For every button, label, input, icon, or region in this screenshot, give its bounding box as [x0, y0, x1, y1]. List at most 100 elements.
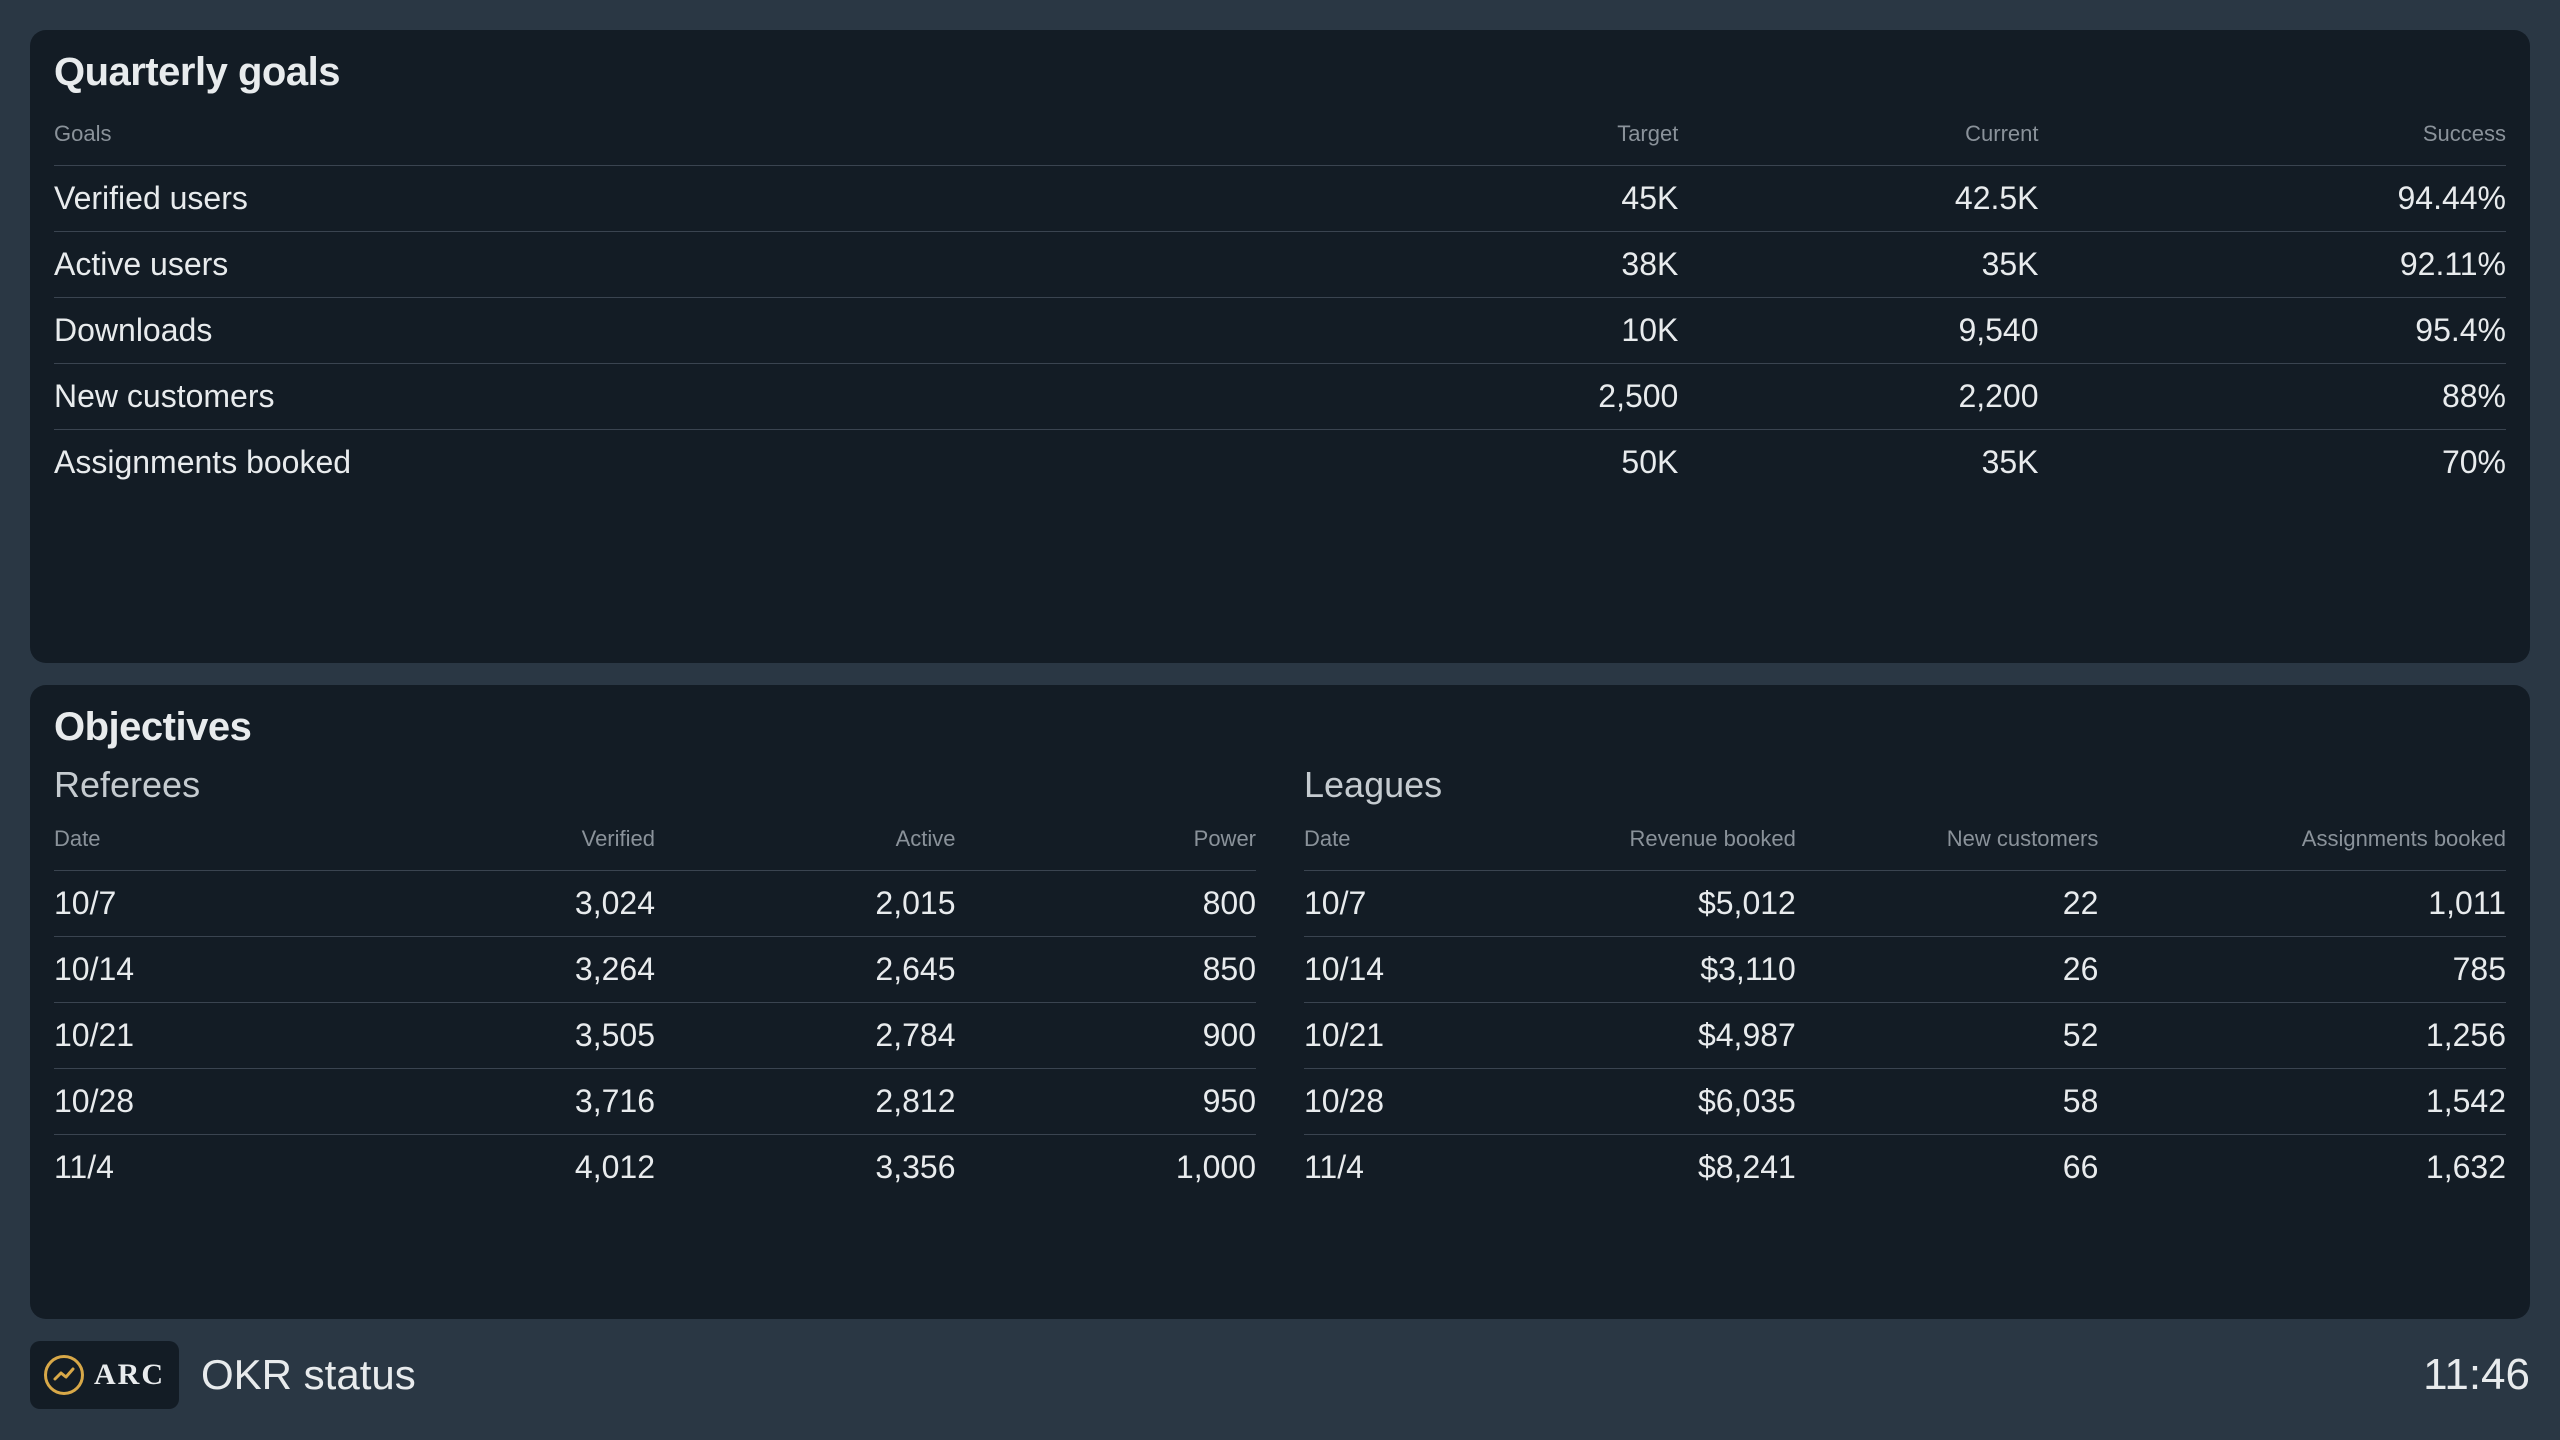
quarterly-goals-table: Goals Target Current Success Verified us… — [54, 109, 2506, 495]
header-power: Power — [956, 814, 1257, 871]
cell-active: 2,645 — [655, 937, 956, 1003]
cell-goal: Verified users — [54, 166, 1333, 232]
logo-text: ARC — [94, 1358, 165, 1392]
clock-time: 11:46 — [2423, 1350, 2530, 1400]
cell-date: 10/14 — [54, 937, 355, 1003]
cell-current: 42.5K — [1678, 166, 2038, 232]
cell-target: 2,500 — [1333, 364, 1678, 430]
cell-active: 2,015 — [655, 871, 956, 937]
cell-date: 11/4 — [1304, 1135, 1464, 1201]
header-verified: Verified — [355, 814, 656, 871]
cell-revenue: $3,110 — [1464, 937, 1796, 1003]
cell-target: 38K — [1333, 232, 1678, 298]
cell-verified: 3,264 — [355, 937, 656, 1003]
cell-target: 45K — [1333, 166, 1678, 232]
cell-revenue: $5,012 — [1464, 871, 1796, 937]
cell-new-customers: 58 — [1796, 1069, 2099, 1135]
cell-power: 1,000 — [956, 1135, 1257, 1201]
table-row: 10/21 $4,987 52 1,256 — [1304, 1003, 2506, 1069]
quarterly-goals-title: Quarterly goals — [54, 50, 2506, 95]
referees-title: Referees — [54, 764, 1256, 806]
table-row: Verified users 45K 42.5K 94.44% — [54, 166, 2506, 232]
footer-left: ARC OKR status — [30, 1341, 416, 1409]
cell-date: 11/4 — [54, 1135, 355, 1201]
cell-power: 900 — [956, 1003, 1257, 1069]
cell-date: 10/7 — [1304, 871, 1464, 937]
cell-assignments: 1,542 — [2098, 1069, 2506, 1135]
logo-icon — [44, 1355, 84, 1395]
cell-goal: New customers — [54, 364, 1333, 430]
cell-assignments: 1,256 — [2098, 1003, 2506, 1069]
cell-power: 950 — [956, 1069, 1257, 1135]
header-date: Date — [1304, 814, 1464, 871]
header-success: Success — [2039, 109, 2506, 166]
table-row: Downloads 10K 9,540 95.4% — [54, 298, 2506, 364]
header-goals: Goals — [54, 109, 1333, 166]
cell-new-customers: 66 — [1796, 1135, 2099, 1201]
referees-section: Referees Date Verified Active Power 10/7… — [54, 764, 1256, 1200]
cell-target: 50K — [1333, 430, 1678, 496]
quarterly-goals-card: Quarterly goals Goals Target Current Suc… — [30, 30, 2530, 663]
footer-bar: ARC OKR status 11:46 — [30, 1341, 2530, 1410]
cell-revenue: $8,241 — [1464, 1135, 1796, 1201]
cell-assignments: 785 — [2098, 937, 2506, 1003]
cell-power: 850 — [956, 937, 1257, 1003]
cell-active: 2,784 — [655, 1003, 956, 1069]
table-row: 10/28 $6,035 58 1,542 — [1304, 1069, 2506, 1135]
table-header-row: Date Revenue booked New customers Assign… — [1304, 814, 2506, 871]
cell-date: 10/7 — [54, 871, 355, 937]
table-row: 11/4 $8,241 66 1,632 — [1304, 1135, 2506, 1201]
table-row: Active users 38K 35K 92.11% — [54, 232, 2506, 298]
cell-verified: 4,012 — [355, 1135, 656, 1201]
cell-target: 10K — [1333, 298, 1678, 364]
cell-date: 10/28 — [1304, 1069, 1464, 1135]
cell-new-customers: 22 — [1796, 871, 2099, 937]
cell-verified: 3,505 — [355, 1003, 656, 1069]
header-active: Active — [655, 814, 956, 871]
page-title: OKR status — [201, 1351, 416, 1399]
header-target: Target — [1333, 109, 1678, 166]
table-row: 10/28 3,716 2,812 950 — [54, 1069, 1256, 1135]
cell-success: 70% — [2039, 430, 2506, 496]
cell-goal: Active users — [54, 232, 1333, 298]
cell-current: 35K — [1678, 232, 2038, 298]
cell-date: 10/21 — [1304, 1003, 1464, 1069]
cell-active: 2,812 — [655, 1069, 956, 1135]
table-header-row: Date Verified Active Power — [54, 814, 1256, 871]
cell-power: 800 — [956, 871, 1257, 937]
objectives-title: Objectives — [54, 705, 2506, 750]
cell-current: 9,540 — [1678, 298, 2038, 364]
table-row: 10/14 3,264 2,645 850 — [54, 937, 1256, 1003]
table-row: 10/7 $5,012 22 1,011 — [1304, 871, 2506, 937]
cell-assignments: 1,632 — [2098, 1135, 2506, 1201]
cell-assignments: 1,011 — [2098, 871, 2506, 937]
cell-revenue: $4,987 — [1464, 1003, 1796, 1069]
cell-current: 2,200 — [1678, 364, 2038, 430]
table-row: 10/21 3,505 2,784 900 — [54, 1003, 1256, 1069]
header-new-customers: New customers — [1796, 814, 2099, 871]
logo-badge: ARC — [30, 1341, 179, 1409]
cell-success: 92.11% — [2039, 232, 2506, 298]
cell-current: 35K — [1678, 430, 2038, 496]
leagues-section: Leagues Date Revenue booked New customer… — [1304, 764, 2506, 1200]
cell-verified: 3,716 — [355, 1069, 656, 1135]
table-row: New customers 2,500 2,200 88% — [54, 364, 2506, 430]
leagues-title: Leagues — [1304, 764, 2506, 806]
cell-goal: Downloads — [54, 298, 1333, 364]
table-row: 10/14 $3,110 26 785 — [1304, 937, 2506, 1003]
cell-date: 10/21 — [54, 1003, 355, 1069]
cell-date: 10/14 — [1304, 937, 1464, 1003]
referees-table: Date Verified Active Power 10/7 3,024 2,… — [54, 814, 1256, 1200]
objectives-card: Objectives Referees Date Verified Active… — [30, 685, 2530, 1318]
cell-success: 88% — [2039, 364, 2506, 430]
table-row: 11/4 4,012 3,356 1,000 — [54, 1135, 1256, 1201]
cell-success: 94.44% — [2039, 166, 2506, 232]
cell-success: 95.4% — [2039, 298, 2506, 364]
cell-date: 10/28 — [54, 1069, 355, 1135]
header-revenue: Revenue booked — [1464, 814, 1796, 871]
header-assignments: Assignments booked — [2098, 814, 2506, 871]
cell-new-customers: 26 — [1796, 937, 2099, 1003]
leagues-table: Date Revenue booked New customers Assign… — [1304, 814, 2506, 1200]
cell-goal: Assignments booked — [54, 430, 1333, 496]
cell-new-customers: 52 — [1796, 1003, 2099, 1069]
